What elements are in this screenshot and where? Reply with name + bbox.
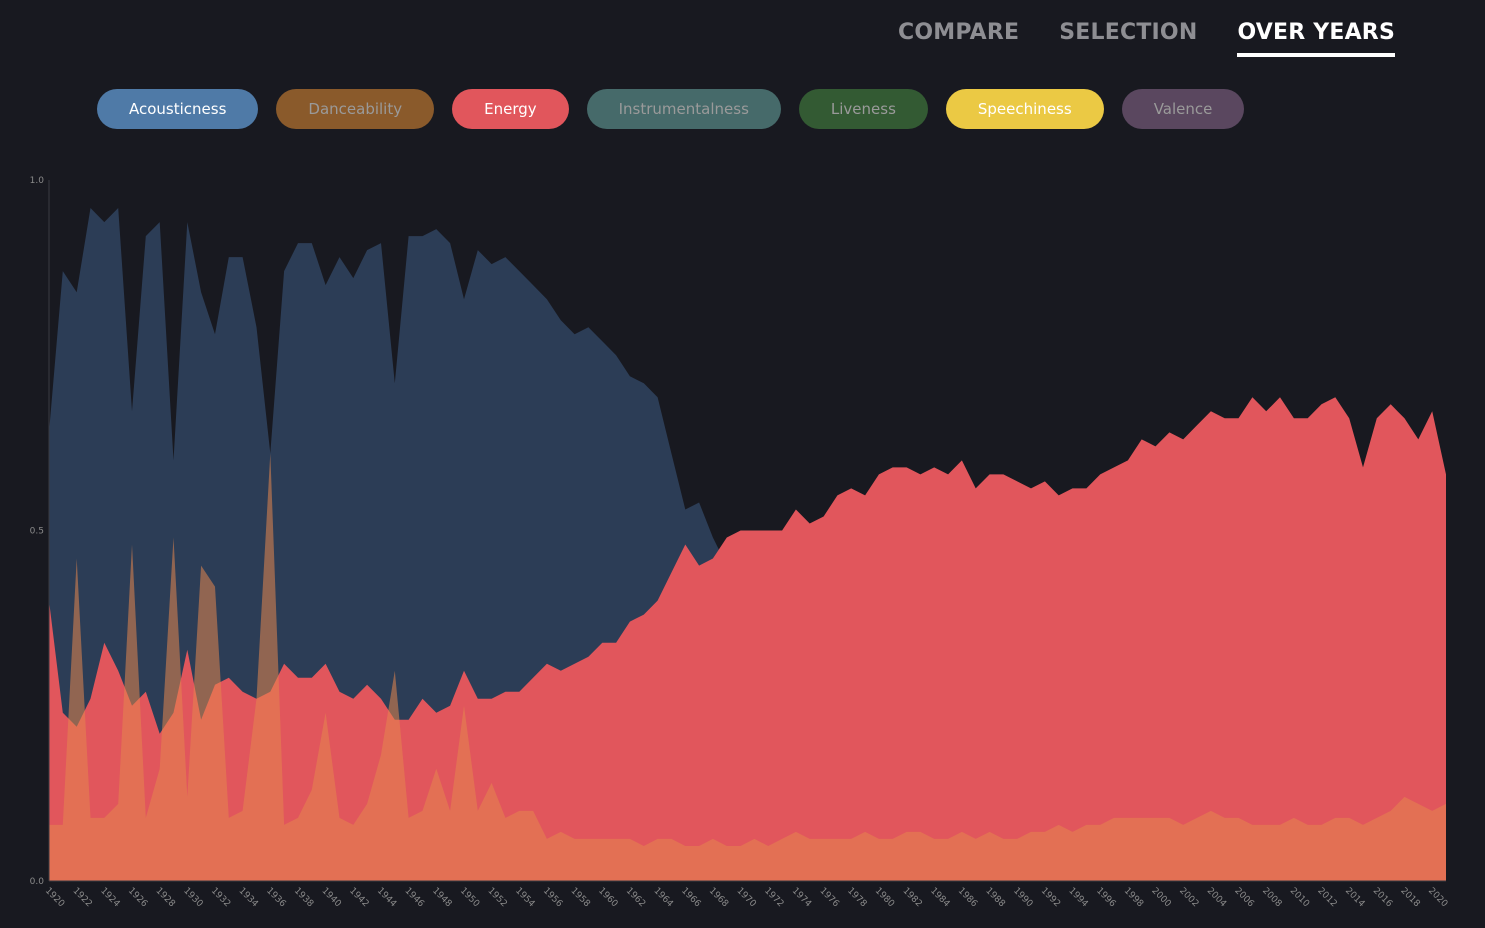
- x-tick-label: 1992: [1039, 886, 1062, 909]
- x-tick-label: 2014: [1343, 886, 1366, 909]
- x-tick-label: 1980: [873, 886, 896, 909]
- x-tick-label: 1994: [1066, 886, 1089, 909]
- x-tick-label: 1926: [126, 886, 149, 909]
- x-tick-label: 2006: [1232, 886, 1255, 909]
- x-tick-label: 1944: [375, 886, 398, 909]
- x-tick-label: 1998: [1122, 886, 1145, 909]
- x-tick-label: 1970: [734, 886, 757, 909]
- x-tick-label: 2012: [1315, 886, 1338, 909]
- x-tick-label: 1936: [264, 886, 287, 909]
- x-tick-label: 2002: [1177, 886, 1200, 909]
- x-tick-label: 1976: [817, 886, 840, 909]
- x-tick-label: 1928: [154, 886, 177, 909]
- x-tick-label: 1982: [900, 886, 923, 909]
- x-tick-label: 1950: [458, 886, 481, 909]
- filter-valence[interactable]: Valence: [1121, 89, 1245, 129]
- x-tick-label: 1964: [651, 886, 674, 909]
- tab-selection[interactable]: SELECTION: [1059, 20, 1197, 57]
- x-tick-label: 1972: [762, 886, 785, 909]
- tab-over-years[interactable]: OVER YEARS: [1237, 20, 1395, 57]
- x-tick-label: 1946: [403, 886, 426, 909]
- x-tick-label: 2020: [1426, 886, 1449, 909]
- x-tick-label: 2008: [1260, 886, 1283, 909]
- view-tabs: COMPARE SELECTION OVER YEARS: [898, 20, 1395, 57]
- filter-energy[interactable]: Energy: [452, 89, 569, 129]
- y-tick-label: 1.0: [30, 176, 45, 186]
- x-tick-label: 1966: [679, 886, 702, 909]
- x-tick-label: 2004: [1205, 886, 1228, 909]
- x-tick-label: 1986: [956, 886, 979, 909]
- x-tick-label: 1988: [983, 886, 1006, 909]
- tab-compare[interactable]: COMPARE: [898, 20, 1019, 57]
- x-tick-label: 1932: [209, 886, 232, 909]
- x-tick-label: 2018: [1398, 886, 1421, 909]
- x-tick-label: 1962: [624, 886, 647, 909]
- x-tick-label: 1978: [845, 886, 868, 909]
- filter-acousticness[interactable]: Acousticness: [97, 89, 259, 129]
- x-tick-label: 1990: [1011, 886, 1034, 909]
- area-chart: 0.00.51.01920 1922 1924 1926 1928 1930 1932 193…: [30, 176, 1450, 910]
- filter-speechiness[interactable]: Speechiness: [945, 89, 1104, 129]
- x-tick-label: 1952: [485, 886, 508, 909]
- x-tick-label: 1984: [928, 886, 951, 909]
- x-tick-label: 1930: [181, 886, 204, 909]
- x-tick-label: 1942: [347, 886, 370, 909]
- x-tick-label: 1940: [320, 886, 343, 909]
- x-tick-label: 2010: [1288, 886, 1311, 909]
- x-tick-label: 1960: [596, 886, 619, 909]
- y-tick-label: 0.5: [30, 527, 44, 537]
- x-tick-label: 1924: [98, 886, 121, 909]
- x-tick-label: 1974: [790, 886, 813, 909]
- x-tick-label: 2000: [1149, 886, 1172, 909]
- x-tick-label: 1938: [292, 886, 315, 909]
- x-tick-label: 1958: [568, 886, 591, 909]
- x-tick-label: 1920: [43, 886, 66, 909]
- x-tick-label: 1934: [237, 886, 260, 909]
- x-tick-label: 1968: [707, 886, 730, 909]
- x-tick-label: 1954: [513, 886, 536, 909]
- feature-filters: Acousticness Danceability Energy Instrum…: [97, 89, 1245, 129]
- filter-liveness[interactable]: Liveness: [798, 89, 928, 129]
- x-tick-label: 2016: [1371, 886, 1394, 909]
- x-tick-label: 1956: [541, 886, 564, 909]
- x-tick-label: 1948: [430, 886, 453, 909]
- filter-danceability[interactable]: Danceability: [276, 89, 435, 129]
- x-tick-label: 1922: [71, 886, 94, 909]
- y-tick-label: 0.0: [30, 877, 45, 887]
- area-layer: [49, 208, 1446, 881]
- filter-instrumentalness[interactable]: Instrumentalness: [586, 89, 781, 129]
- x-tick-label: 1996: [1094, 886, 1117, 909]
